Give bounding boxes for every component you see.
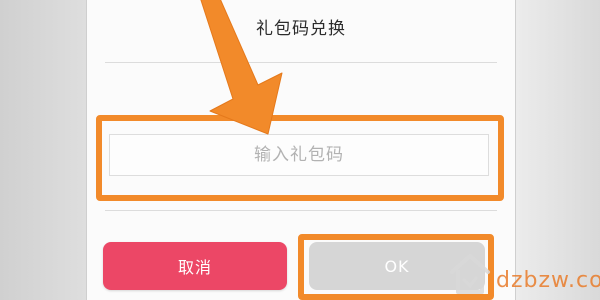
watermark-text: dzbzw.com [496, 268, 600, 293]
cancel-button[interactable]: 取消 [103, 242, 287, 290]
buttons-divider [105, 210, 497, 211]
title-divider [105, 62, 497, 63]
dialog-title: 礼包码兑换 [256, 19, 346, 39]
gift-code-input[interactable] [109, 134, 489, 176]
background-left-edge [0, 0, 86, 300]
house-logo-icon [450, 254, 490, 294]
site-watermark: dzbzw.com [448, 252, 600, 294]
